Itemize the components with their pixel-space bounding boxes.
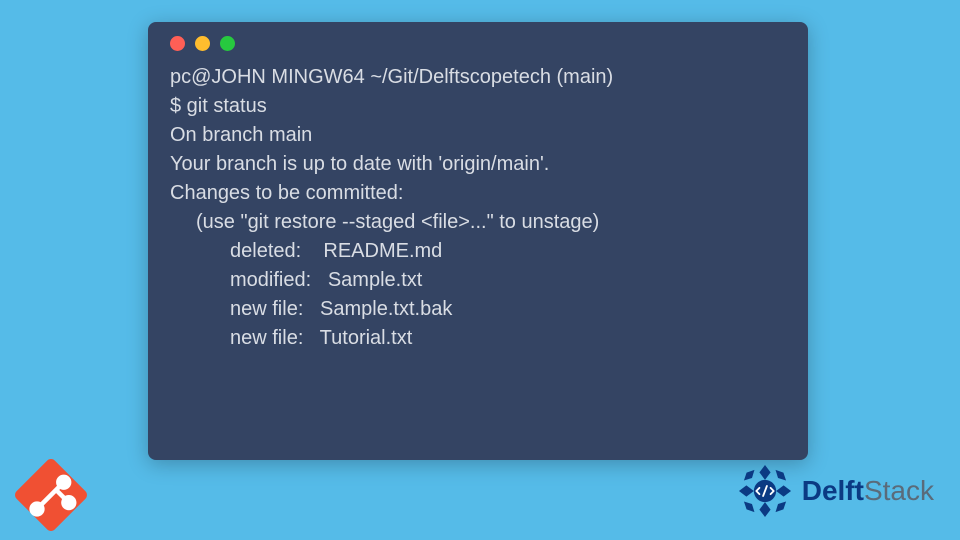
branch-line: On branch main (170, 121, 786, 150)
status-entry: new file: Sample.txt.bak (170, 295, 786, 324)
status-entry: modified: Sample.txt (170, 266, 786, 295)
delftstack-text: DelftStack (802, 475, 934, 507)
window-titlebar (170, 36, 786, 51)
git-icon (6, 450, 96, 540)
terminal-window: pc@JOHN MINGW64 ~/Git/Delftscopetech (ma… (148, 22, 808, 460)
status-entry: new file: Tutorial.txt (170, 324, 786, 353)
logo-text-stack: Stack (864, 475, 934, 507)
command-line: $ git status (170, 92, 786, 121)
close-icon[interactable] (170, 36, 185, 51)
logo-text-delft: Delft (802, 475, 864, 507)
maximize-icon[interactable] (220, 36, 235, 51)
status-entry: deleted: README.md (170, 237, 786, 266)
unstage-hint: (use "git restore --staged <file>..." to… (170, 208, 786, 237)
uptodate-line: Your branch is up to date with 'origin/m… (170, 150, 786, 179)
prompt-line: pc@JOHN MINGW64 ~/Git/Delftscopetech (ma… (170, 63, 786, 92)
minimize-icon[interactable] (195, 36, 210, 51)
delftstack-logo: DelftStack (734, 460, 934, 522)
changes-header: Changes to be committed: (170, 179, 786, 208)
delftstack-emblem-icon (734, 460, 796, 522)
